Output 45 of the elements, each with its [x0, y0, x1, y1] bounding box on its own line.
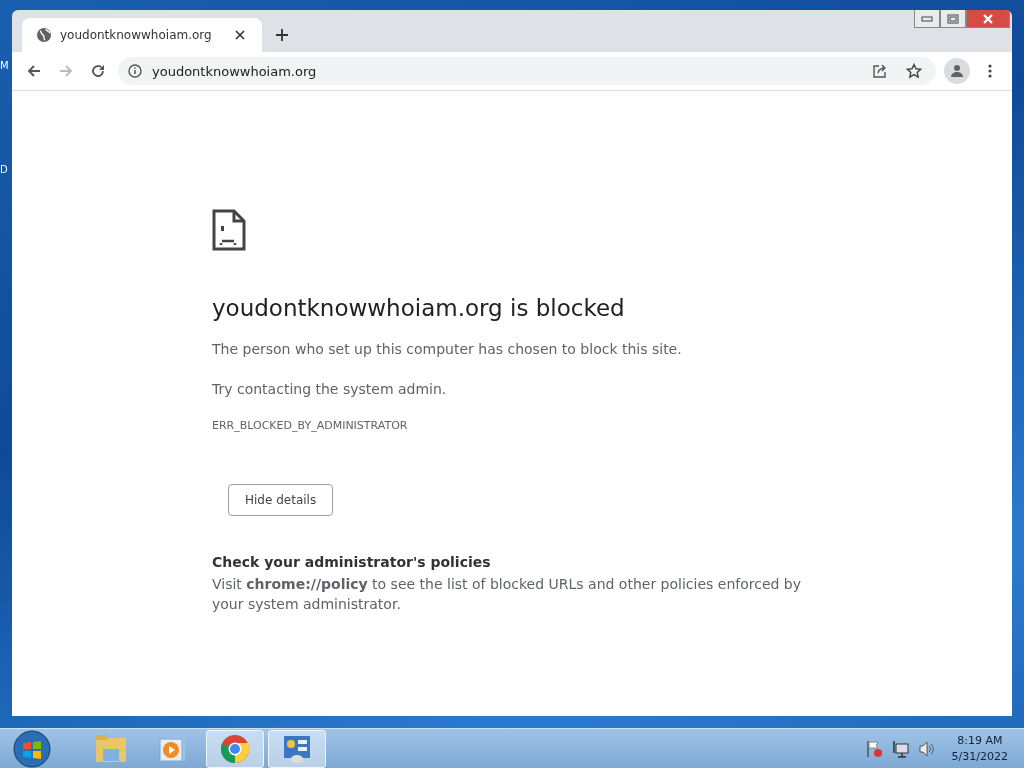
info-icon [128, 64, 142, 78]
taskbar-app-button[interactable] [206, 729, 264, 768]
back-arrow-icon [26, 63, 42, 79]
taskbar-app-button[interactable] [268, 729, 326, 768]
error-message: The person who set up this computer has chosen to block this site. [212, 340, 683, 359]
clock-date: 5/31/2022 [951, 748, 1008, 765]
sad-page-icon [212, 209, 246, 251]
maximize-button[interactable] [940, 10, 966, 28]
network-icon[interactable] [891, 739, 910, 758]
details-text: Visit chrome://policy to see the list of blocked URLs and other policies enforced by your system administrator. [212, 575, 803, 614]
details-title: Check your administrator's policies [212, 554, 492, 570]
desktop-icon-label[interactable]: D [0, 164, 8, 175]
menu-icon [988, 64, 992, 78]
clock-time: 8:19 AM [956, 732, 1004, 749]
clock[interactable]: 8:19 AM 5/31/2022 [943, 732, 1016, 765]
globe-icon [36, 27, 52, 43]
close-icon [982, 12, 994, 25]
address-bar[interactable]: youdontknowwhoiam.org [118, 57, 936, 85]
hide-details-button[interactable]: Hide details [228, 484, 334, 516]
maximize-icon [947, 13, 959, 24]
error-hint: Try contacting the system admin. [212, 380, 448, 399]
speaker-icon[interactable] [917, 739, 936, 758]
forward-arrow-icon [58, 63, 74, 79]
reload-icon [90, 63, 106, 79]
media-player-icon [159, 734, 187, 763]
start-button[interactable] [12, 729, 52, 768]
url-text: youdontknowwhoiam.org [152, 63, 318, 79]
desktop-icon-label[interactable]: M [0, 60, 9, 71]
person-icon [950, 64, 964, 78]
star-icon [906, 63, 922, 79]
tab-title: youdontknowwhoiam.org [60, 28, 213, 42]
minimize-icon [921, 15, 933, 22]
error-code: ERR_BLOCKED_BY_ADMINISTRATOR [212, 419, 409, 432]
minimize-button[interactable] [914, 10, 940, 28]
plus-icon [275, 28, 289, 42]
flag-icon[interactable] [865, 739, 884, 758]
browser-tab[interactable]: youdontknowwhoiam.org [22, 18, 262, 52]
close-window-button[interactable] [966, 10, 1010, 28]
chrome-icon [220, 733, 250, 764]
share-icon [872, 63, 888, 79]
profile-button[interactable] [944, 58, 970, 84]
error-heading: youdontknowwhoiam.org is blocked [212, 295, 626, 321]
control-panel-icon [282, 733, 312, 764]
folder-icon [95, 734, 127, 763]
close-icon [235, 30, 245, 40]
